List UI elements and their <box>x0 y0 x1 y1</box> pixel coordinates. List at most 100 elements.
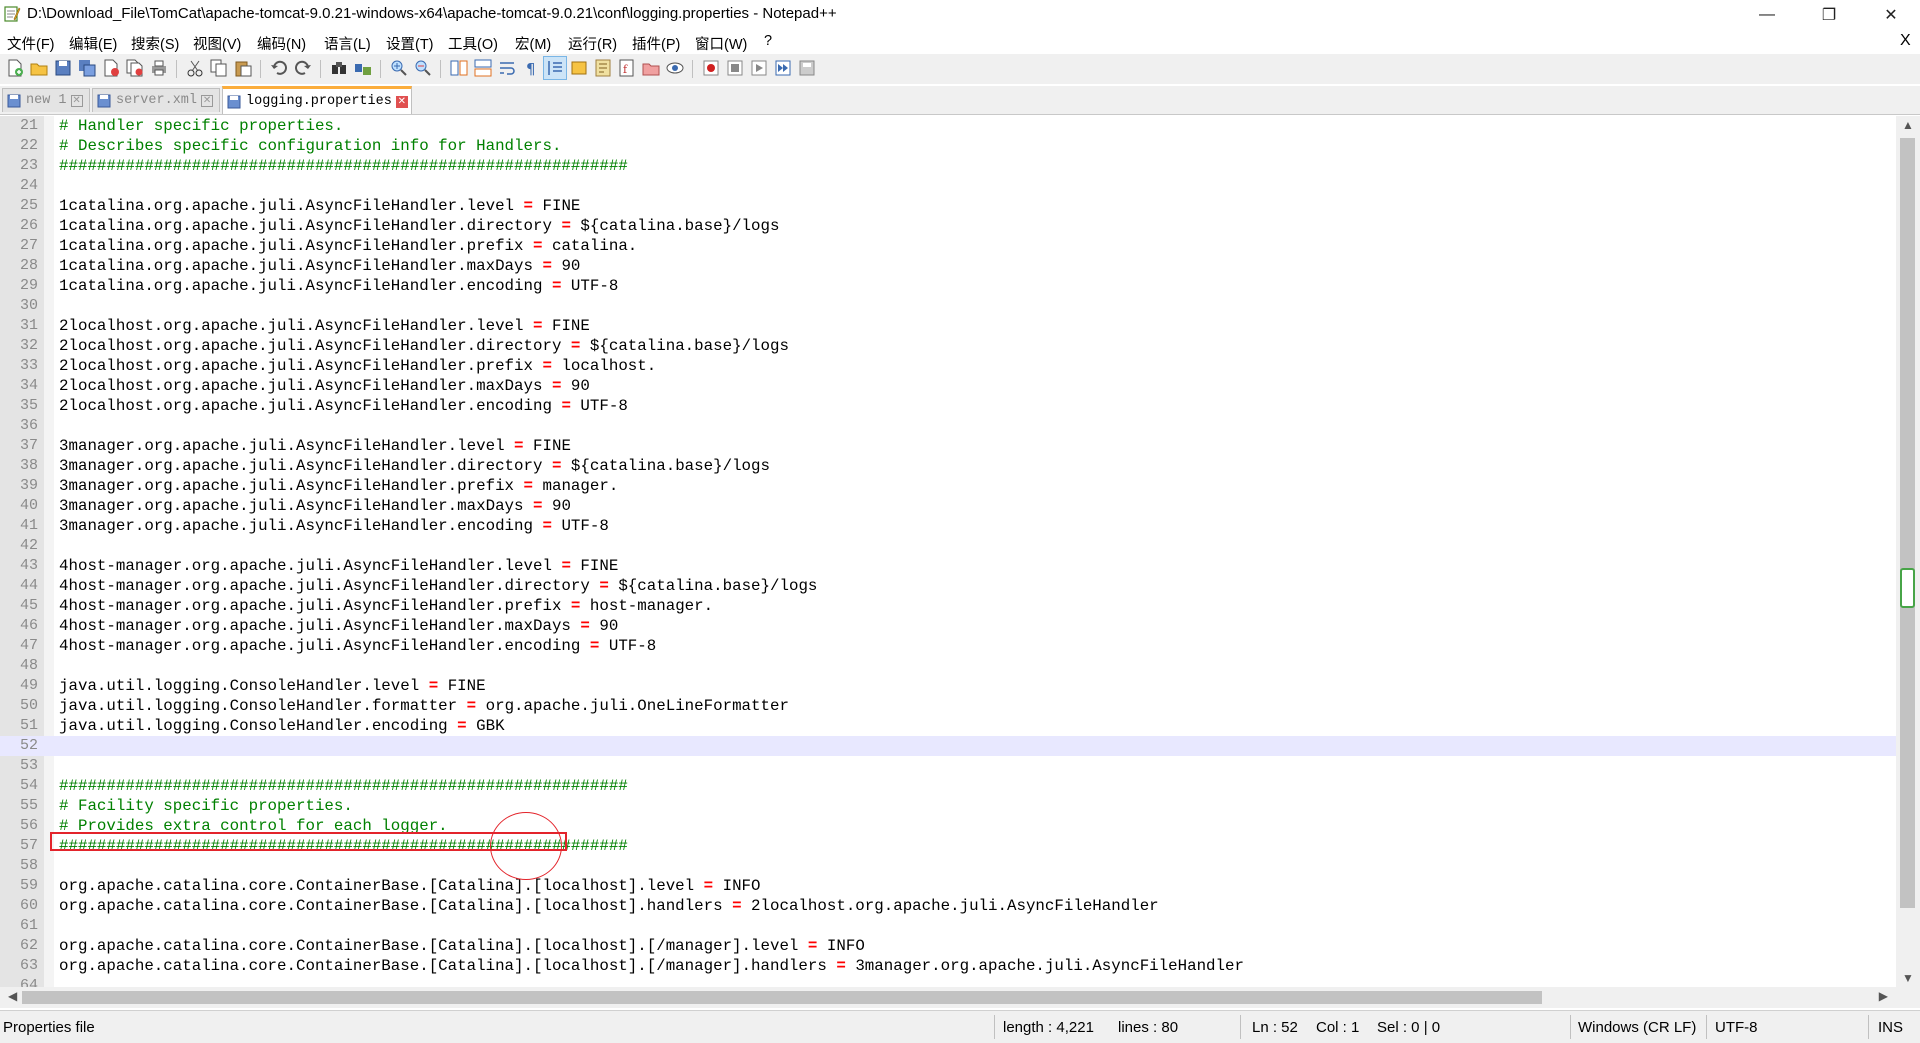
save-icon[interactable] <box>52 57 74 79</box>
editor-line[interactable]: 42 <box>0 536 1896 556</box>
zoom-out-icon[interactable] <box>412 57 434 79</box>
menu-edit[interactable]: 编辑(E) <box>69 33 117 54</box>
paste-icon[interactable] <box>232 57 254 79</box>
editor-line[interactable]: 35 2localhost.org.apache.juli.AsyncFileHa… <box>0 396 1896 416</box>
editor-line[interactable]: 29 1catalina.org.apache.juli.AsyncFileHan… <box>0 276 1896 296</box>
editor-line[interactable]: 41 3manager.org.apache.juli.AsyncFileHand… <box>0 516 1896 536</box>
tab-server-xml[interactable]: server.xml ✕ <box>92 88 220 112</box>
editor-line[interactable]: 31 2localhost.org.apache.juli.AsyncFileHa… <box>0 316 1896 336</box>
editor-line[interactable]: 36 <box>0 416 1896 436</box>
editor-line[interactable]: 37 3manager.org.apache.juli.AsyncFileHand… <box>0 436 1896 456</box>
status-eol[interactable]: Windows (CR LF) <box>1578 1019 1696 1036</box>
editor-line[interactable]: 22 # Describes specific configuration inf… <box>0 136 1896 156</box>
udl-icon[interactable] <box>568 57 590 79</box>
save-all-icon[interactable] <box>76 57 98 79</box>
run-macro-multiple-icon[interactable] <box>772 57 794 79</box>
editor-line[interactable]: 64 <box>0 976 1896 987</box>
new-file-icon[interactable] <box>4 57 26 79</box>
scroll-down-arrow-icon[interactable]: ▼ <box>1902 971 1914 985</box>
editor-line[interactable]: 38 3manager.org.apache.juli.AsyncFileHand… <box>0 456 1896 476</box>
editor-line[interactable]: 59 org.apache.catalina.core.ContainerBase… <box>0 876 1896 896</box>
editor-line[interactable]: 61 <box>0 916 1896 936</box>
editor-line[interactable]: 23 ######################################… <box>0 156 1896 176</box>
cut-icon[interactable] <box>184 57 206 79</box>
editor-line[interactable]: 33 2localhost.org.apache.juli.AsyncFileHa… <box>0 356 1896 376</box>
editor-line[interactable]: 49 java.util.logging.ConsoleHandler.level… <box>0 676 1896 696</box>
menu-encoding[interactable]: 编码(N) <box>257 33 306 54</box>
editor-line[interactable]: 58 <box>0 856 1896 876</box>
editor-line[interactable]: 62 org.apache.catalina.core.ContainerBase… <box>0 936 1896 956</box>
editor-line[interactable]: 30 <box>0 296 1896 316</box>
function-list-icon[interactable]: f <box>616 57 638 79</box>
indent-guide-icon[interactable] <box>543 56 567 80</box>
vertical-scrollbar[interactable]: ▲ ▼ <box>1896 116 1920 987</box>
scroll-right-arrow-icon[interactable]: ▶ <box>1879 989 1888 1003</box>
play-macro-icon[interactable] <box>748 57 770 79</box>
vertical-scroll-thumb[interactable] <box>1900 138 1915 908</box>
scroll-left-arrow-icon[interactable]: ◀ <box>8 989 17 1003</box>
editor-line[interactable]: 24 <box>0 176 1896 196</box>
menu-search[interactable]: 搜索(S) <box>131 33 179 54</box>
sync-horizontal-icon[interactable] <box>472 57 494 79</box>
menu-run[interactable]: 运行(R) <box>568 33 617 54</box>
menu-file[interactable]: 文件(F) <box>7 33 55 54</box>
doc-map-icon[interactable] <box>592 57 614 79</box>
editor-line[interactable]: 45 4host-manager.org.apache.juli.AsyncFil… <box>0 596 1896 616</box>
menu-window[interactable]: 窗口(W) <box>695 33 747 54</box>
editor-line[interactable]: 44 4host-manager.org.apache.juli.AsyncFil… <box>0 576 1896 596</box>
print-icon[interactable] <box>148 57 170 79</box>
horizontal-scroll-thumb[interactable] <box>22 991 1542 1004</box>
undo-icon[interactable] <box>268 57 290 79</box>
maximize-button[interactable]: ❐ <box>1806 0 1852 30</box>
editor-line[interactable]: 53 <box>0 756 1896 776</box>
editor-line[interactable]: 26 1catalina.org.apache.juli.AsyncFileHan… <box>0 216 1896 236</box>
editor-line[interactable]: 25 1catalina.org.apache.juli.AsyncFileHan… <box>0 196 1896 216</box>
close-document-button[interactable]: X <box>1900 32 1911 50</box>
menu-macro[interactable]: 宏(M) <box>515 33 551 54</box>
editor-line[interactable]: 60 org.apache.catalina.core.ContainerBase… <box>0 896 1896 916</box>
editor-line[interactable]: 39 3manager.org.apache.juli.AsyncFileHand… <box>0 476 1896 496</box>
find-icon[interactable] <box>328 57 350 79</box>
word-wrap-icon[interactable] <box>496 57 518 79</box>
editor-line[interactable]: 46 4host-manager.org.apache.juli.AsyncFil… <box>0 616 1896 636</box>
editor-line[interactable]: 48 <box>0 656 1896 676</box>
editor-line[interactable]: 50 java.util.logging.ConsoleHandler.forma… <box>0 696 1896 716</box>
close-all-icon[interactable] <box>124 57 146 79</box>
editor-line[interactable]: 55 # Facility specific properties. <box>0 796 1896 816</box>
sync-vertical-icon[interactable] <box>448 57 470 79</box>
tab-close-icon[interactable]: ✕ <box>395 95 408 108</box>
status-insert-mode[interactable]: INS <box>1878 1019 1903 1036</box>
tab-new-1[interactable]: new 1 ✕ <box>2 88 90 112</box>
editor-line[interactable]: 21 # Handler specific properties. <box>0 116 1896 136</box>
replace-icon[interactable] <box>352 57 374 79</box>
stop-record-icon[interactable] <box>724 57 746 79</box>
redo-icon[interactable] <box>292 57 314 79</box>
tab-logging-properties[interactable]: logging.properties ✕ <box>222 86 412 114</box>
menu-help[interactable]: ? <box>764 33 772 49</box>
menu-settings[interactable]: 设置(T) <box>386 33 434 54</box>
editor-line[interactable]: 47 4host-manager.org.apache.juli.AsyncFil… <box>0 636 1896 656</box>
tab-close-icon[interactable]: ✕ <box>70 94 83 107</box>
close-icon[interactable] <box>100 57 122 79</box>
editor-line[interactable]: 27 1catalina.org.apache.juli.AsyncFileHan… <box>0 236 1896 256</box>
editor-line[interactable]: 40 3manager.org.apache.juli.AsyncFileHand… <box>0 496 1896 516</box>
copy-icon[interactable] <box>208 57 230 79</box>
editor-line[interactable]: 32 2localhost.org.apache.juli.AsyncFileHa… <box>0 336 1896 356</box>
text-editor[interactable]: 21 # Handler specific properties. 22 # Desc… <box>0 116 1896 987</box>
monitoring-icon[interactable] <box>664 57 686 79</box>
save-macro-icon[interactable] <box>796 57 818 79</box>
editor-line[interactable]: 63 org.apache.catalina.core.ContainerBase… <box>0 956 1896 976</box>
show-all-chars-icon[interactable]: ¶ <box>520 57 542 79</box>
minimize-button[interactable]: — <box>1744 0 1790 30</box>
editor-line[interactable]: 51 java.util.logging.ConsoleHandler.encod… <box>0 716 1896 736</box>
zoom-in-icon[interactable] <box>388 57 410 79</box>
record-macro-icon[interactable] <box>700 57 722 79</box>
editor-line[interactable]: 34 2localhost.org.apache.juli.AsyncFileHa… <box>0 376 1896 396</box>
editor-line[interactable]: 54 ######################################… <box>0 776 1896 796</box>
status-encoding[interactable]: UTF-8 <box>1715 1019 1758 1036</box>
scroll-up-arrow-icon[interactable]: ▲ <box>1902 118 1914 132</box>
menu-tools[interactable]: 工具(O) <box>448 33 498 54</box>
editor-line[interactable]: 52 <box>0 736 1896 756</box>
open-file-icon[interactable] <box>28 57 50 79</box>
menu-language[interactable]: 语言(L) <box>324 33 371 54</box>
